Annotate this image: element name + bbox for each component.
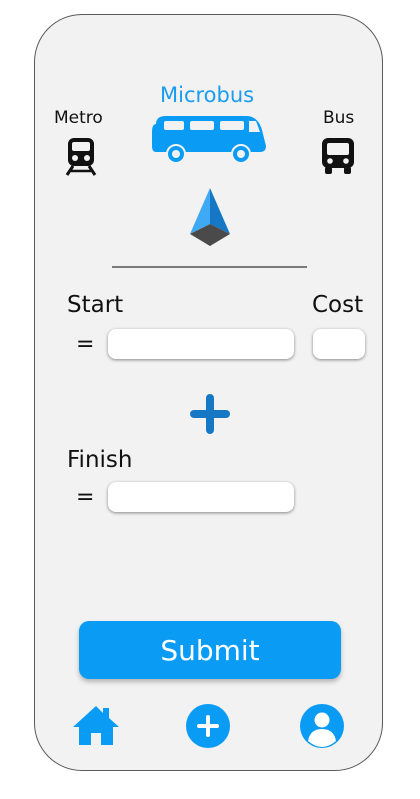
metro-label: Metro xyxy=(54,108,103,128)
arrow-pointer-icon xyxy=(190,188,230,246)
divider xyxy=(112,266,307,268)
start-label: Start xyxy=(67,292,124,318)
nav-profile[interactable] xyxy=(299,703,345,753)
bus-icon xyxy=(322,138,354,174)
selected-mode-pointer xyxy=(188,186,232,252)
home-icon xyxy=(73,706,119,745)
plus-icon xyxy=(190,394,230,434)
start-field[interactable] xyxy=(108,329,294,359)
profile-icon xyxy=(300,704,344,748)
finish-label: Finish xyxy=(67,447,133,473)
nav-home[interactable] xyxy=(71,703,121,751)
start-equals: = xyxy=(76,332,95,357)
microbus-label: Microbus xyxy=(160,83,255,107)
nav-add[interactable] xyxy=(185,703,231,753)
start-input[interactable] xyxy=(108,329,294,359)
bus-option[interactable] xyxy=(320,136,356,180)
finish-input[interactable] xyxy=(108,482,294,512)
metro-option[interactable] xyxy=(64,136,98,180)
cost-field[interactable] xyxy=(313,329,365,359)
cost-input[interactable] xyxy=(313,329,365,359)
microbus-option[interactable] xyxy=(150,112,268,168)
finish-field[interactable] xyxy=(108,482,294,512)
cost-label: Cost xyxy=(312,292,364,318)
submit-button[interactable]: Submit xyxy=(79,621,341,679)
finish-equals: = xyxy=(76,485,95,510)
add-stop-button[interactable] xyxy=(188,392,232,440)
van-icon xyxy=(152,116,266,164)
bus-label: Bus xyxy=(323,108,355,128)
add-circle-icon xyxy=(186,704,230,748)
train-icon xyxy=(65,138,97,176)
